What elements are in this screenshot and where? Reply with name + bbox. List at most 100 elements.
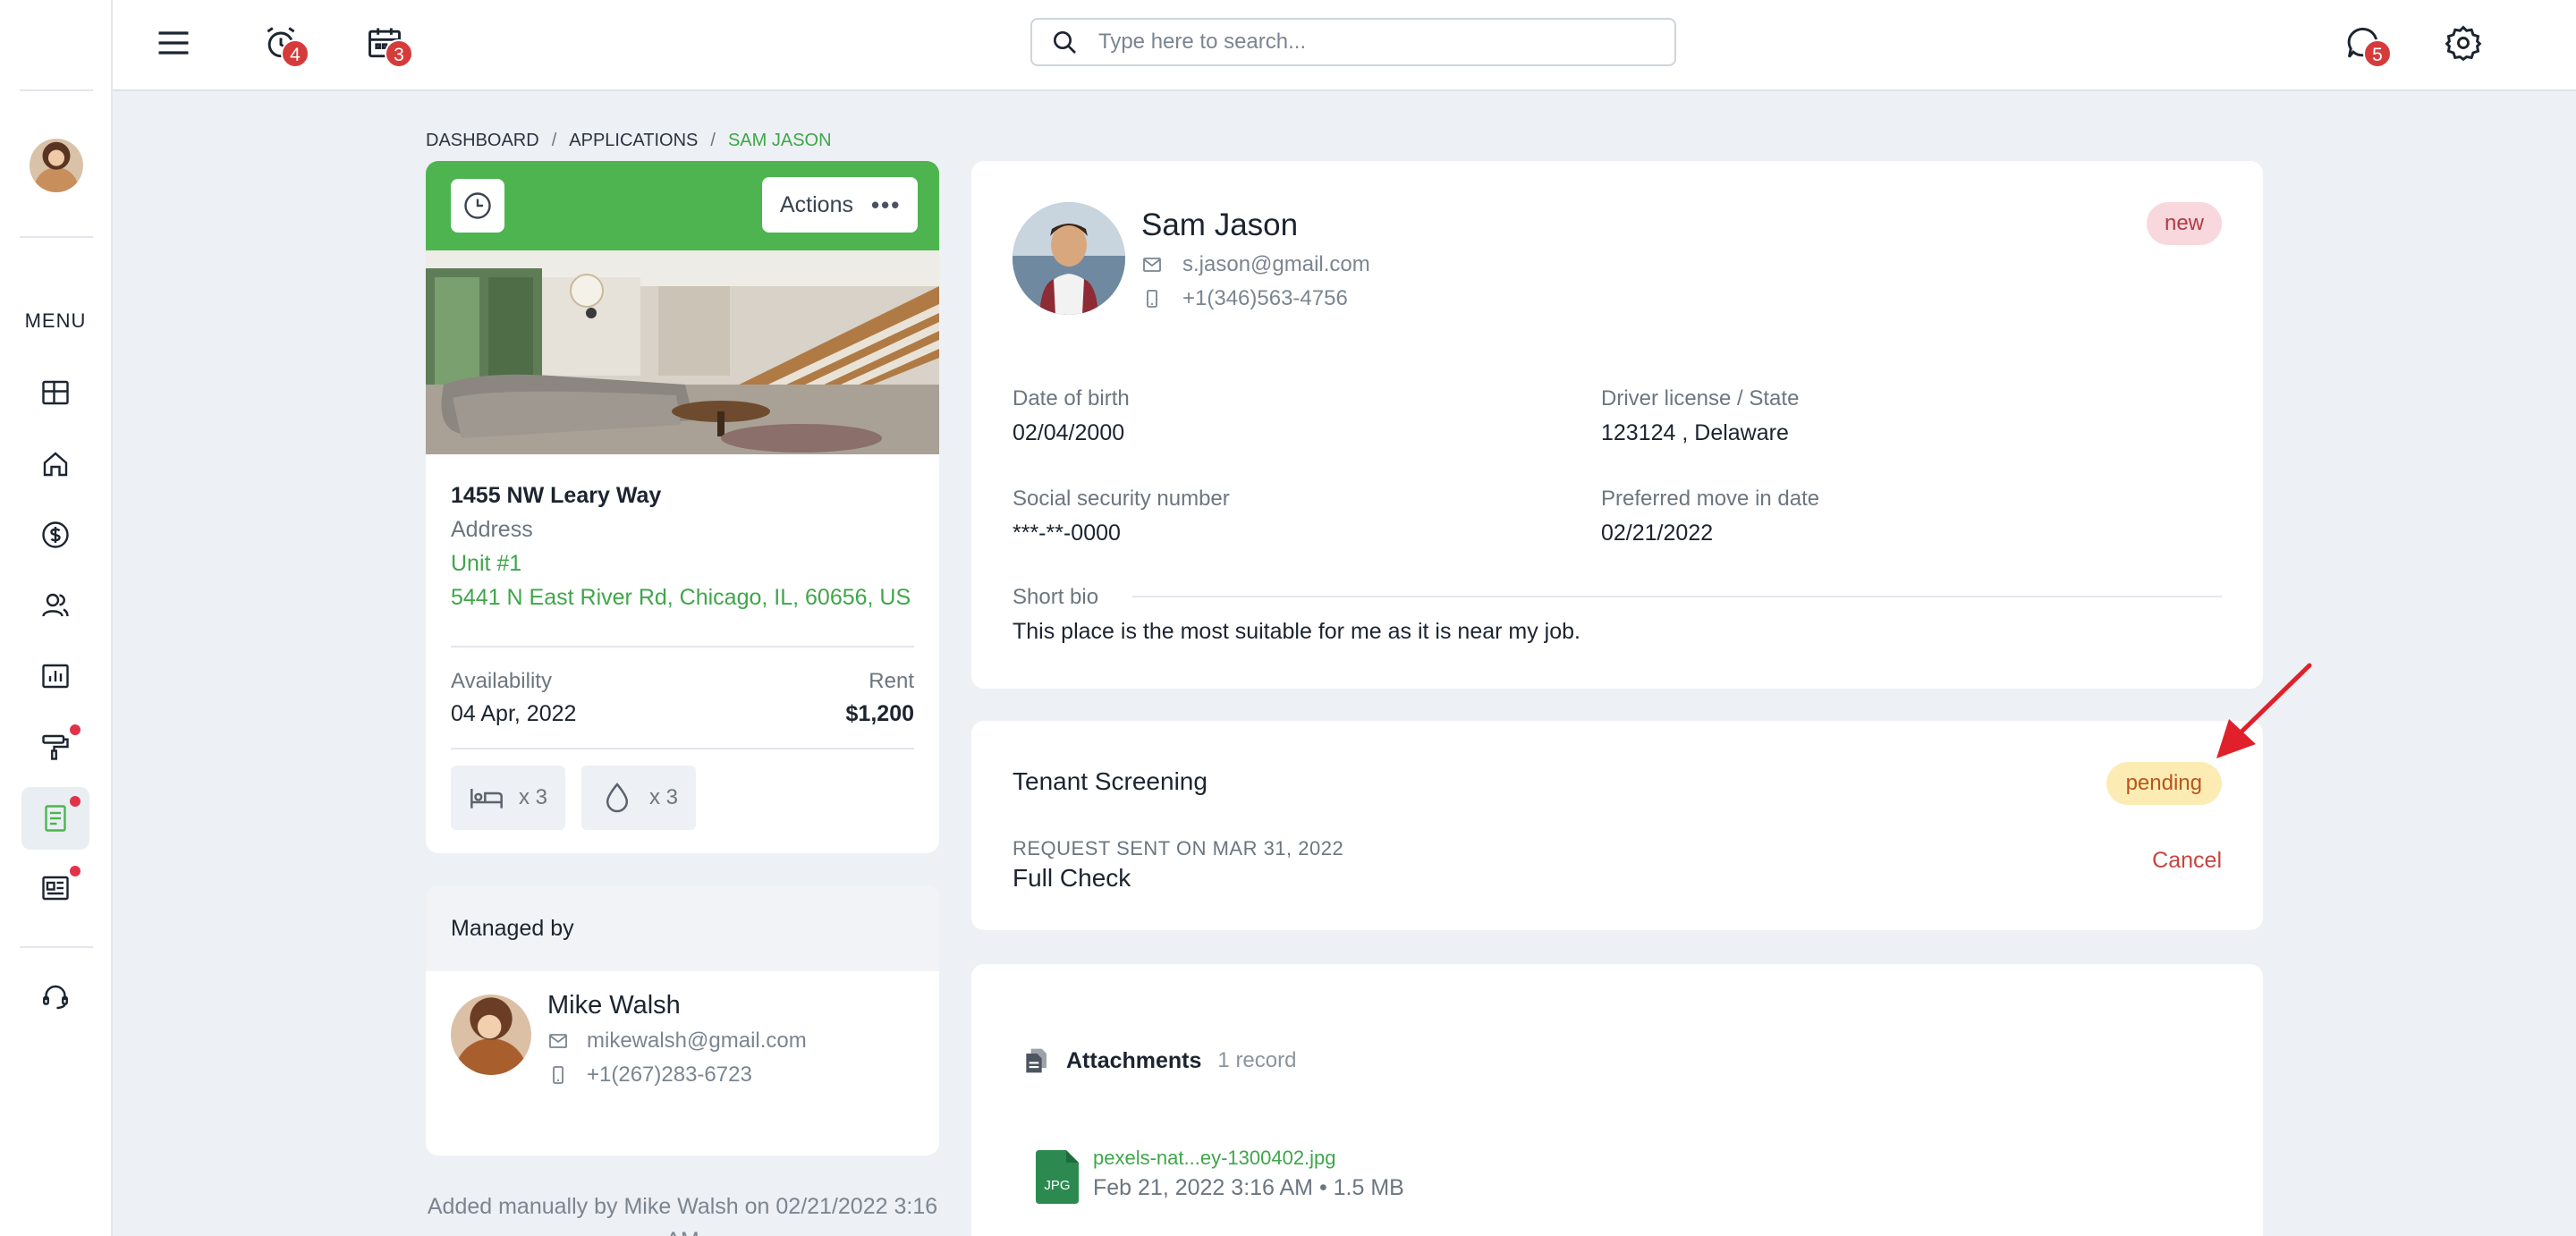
breadcrumb-applications[interactable]: APPLICATIONS [569, 131, 698, 150]
attachments-header: Attachments 1 record [1021, 1046, 1296, 1075]
divider [1132, 596, 2222, 597]
bio-label: Short bio [1013, 585, 1099, 609]
rent-value: $1,200 [845, 701, 914, 726]
notification-dot [70, 796, 80, 807]
move-in-value: 02/21/2022 [1601, 521, 1714, 546]
actions-button[interactable]: Actions ••• [762, 177, 918, 233]
more-dots-icon: ••• [870, 190, 902, 218]
menu-heading: MENU [24, 309, 87, 332]
sidebar-divider [20, 236, 93, 238]
rent-label: Rent [869, 669, 914, 693]
bedrooms-chip: x 3 [451, 766, 566, 830]
manager-email-row: mikewalsh@gmail.com [547, 1029, 807, 1054]
top-bar: 4 3 5 [113, 0, 2576, 91]
applicant-phone-row: +1(346)563-4756 [1141, 286, 1348, 311]
dob-label: Date of birth [1013, 386, 1130, 411]
sidebar-item-people[interactable] [21, 574, 89, 637]
street-address-link[interactable]: 5441 N East River Rd, Chicago, IL, 60656… [451, 585, 911, 611]
tenant-screening-card: Tenant Screening pending REQUEST SENT ON… [971, 721, 2263, 930]
sidebar-divider [20, 946, 93, 948]
hamburger-icon [158, 31, 189, 55]
breadcrumb-dashboard[interactable]: DASHBOARD [426, 131, 539, 150]
license-value: 123124 , Delaware [1601, 420, 1789, 445]
notification-dot [70, 724, 80, 735]
divider [451, 748, 914, 749]
bio-value: This place is the most suitable for me a… [1013, 619, 1580, 644]
calendar-button[interactable]: 3 [358, 16, 413, 70]
dollar-circle-icon [42, 521, 69, 548]
attachment-file-name[interactable]: pexels-nat...ey-1300402.jpg [1093, 1147, 1336, 1170]
managed-by-card: Managed by Mike Walsh mikewalsh@gmail.co… [426, 885, 939, 1156]
bathrooms-count: x 3 [649, 785, 679, 809]
cancel-screening-button[interactable]: Cancel [2152, 848, 2222, 874]
messages-button[interactable]: 5 [2336, 16, 2392, 70]
property-card: Actions ••• 1455 NW Leary Way Address Un… [426, 161, 939, 853]
sidebar: MENU [0, 0, 113, 1236]
application-status-badge: new [2146, 202, 2222, 245]
sidebar-item-listings[interactable] [21, 857, 89, 919]
screening-title: Tenant Screening [1013, 767, 1208, 795]
screening-status-badge: pending [2106, 762, 2222, 805]
hamburger-menu-button[interactable] [147, 16, 200, 70]
unit-link[interactable]: Unit #1 [451, 551, 521, 577]
user-avatar[interactable] [30, 139, 83, 192]
applicant-email[interactable]: s.jason@gmail.com [1182, 252, 1370, 277]
settings-button[interactable] [2436, 16, 2490, 70]
applicant-phone[interactable]: +1(346)563-4756 [1182, 286, 1348, 311]
files-icon [1026, 1048, 1046, 1073]
managed-by-header: Managed by [426, 885, 939, 971]
search-input[interactable] [1098, 30, 1653, 55]
managed-by-title: Managed by [451, 916, 574, 941]
annotation-arrow [2216, 663, 2312, 758]
bar-chart-icon [42, 664, 69, 689]
manager-email[interactable]: mikewalsh@gmail.com [587, 1029, 807, 1054]
history-button[interactable] [451, 179, 504, 233]
jpg-file-icon[interactable]: JPG [1036, 1150, 1079, 1204]
applicant-card: Sam Jason s.jason@gmail.com +1(346)563-4… [971, 161, 2263, 689]
sidebar-item-properties[interactable] [21, 433, 89, 495]
attachments-title: Attachments [1066, 1047, 1202, 1073]
sidebar-divider [20, 89, 93, 91]
notification-count-badge: 4 [281, 39, 309, 68]
applicant-photo [1013, 202, 1125, 315]
manager-phone-row: +1(267)283-6723 [547, 1062, 752, 1088]
search-bar [1030, 18, 1676, 66]
sidebar-item-maintenance[interactable] [21, 715, 89, 778]
newspaper-icon [42, 876, 69, 901]
sidebar-item-payments[interactable] [21, 504, 89, 566]
manager-phone[interactable]: +1(267)283-6723 [587, 1062, 752, 1088]
mail-icon [1143, 258, 1161, 272]
file-extension: JPG [1044, 1178, 1070, 1193]
property-photo[interactable] [426, 250, 939, 454]
availability-value: 04 Apr, 2022 [451, 701, 577, 726]
bedrooms-count: x 3 [519, 785, 548, 809]
dob-value: 02/04/2000 [1013, 420, 1125, 445]
actions-label: Actions [780, 191, 853, 217]
clock-icon [464, 192, 491, 219]
sidebar-item-support[interactable] [21, 966, 89, 1029]
breadcrumb-current: SAM JASON [727, 131, 832, 150]
alarm-notifications-button[interactable]: 4 [254, 16, 309, 70]
ssn-label: Social security number [1013, 487, 1230, 511]
screening-type: Full Check [1013, 864, 1131, 892]
sidebar-item-dashboard[interactable] [21, 361, 89, 424]
address-label: Address [451, 517, 533, 542]
request-sent-date: REQUEST SENT ON MAR 31, 2022 [1013, 837, 1344, 859]
headset-icon [43, 985, 68, 1010]
property-name: 1455 NW Leary Way [451, 483, 662, 508]
applicant-avatar [1013, 202, 1125, 315]
home-icon [43, 452, 68, 477]
breadcrumb: DASHBOARD / APPLICATIONS / SAM JASON [426, 131, 832, 150]
sidebar-item-applications[interactable] [21, 787, 89, 850]
sidebar-item-reports[interactable] [21, 645, 89, 707]
phone-icon [1147, 290, 1157, 308]
move-in-label: Preferred move in date [1601, 487, 1820, 511]
divider [451, 646, 914, 648]
notification-dot [70, 866, 80, 876]
license-label: Driver license / State [1601, 386, 1800, 411]
added-manually-note: Added manually by Mike Walsh on 02/21/20… [427, 1194, 938, 1236]
living-room-image [426, 250, 939, 454]
messages-count-badge: 5 [2363, 39, 2392, 68]
bed-icon [470, 789, 503, 808]
attachment-file-meta: Feb 21, 2022 3:16 AM • 1.5 MB [1093, 1175, 1404, 1200]
